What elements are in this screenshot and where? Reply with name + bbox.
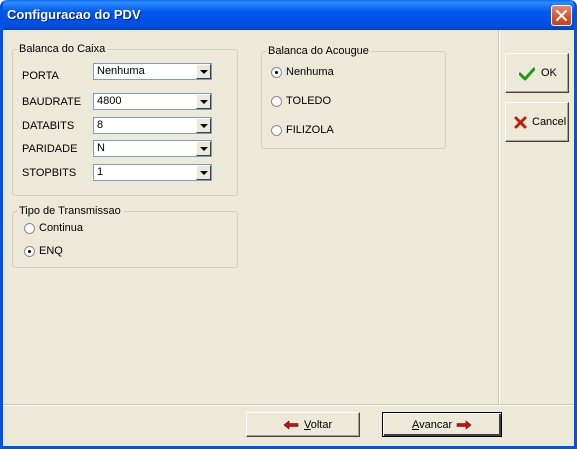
- close-icon: [556, 10, 567, 21]
- dialog-body: Balanca do Caixa PORTA Nenhuma BAUDRATE …: [3, 30, 574, 446]
- arrow-left-icon: [283, 420, 299, 430]
- baudrate-label: BAUDRATE: [22, 96, 82, 108]
- radio-continua-label: Continua: [39, 222, 84, 234]
- radio-circle: [271, 125, 282, 136]
- paridade-label: PARIDADE: [22, 143, 78, 155]
- databits-dropdown-button[interactable]: [196, 118, 211, 133]
- chevron-down-icon: [200, 100, 208, 104]
- porta-value: Nenhuma: [97, 65, 145, 77]
- voltar-button[interactable]: Voltar: [246, 412, 360, 437]
- chevron-down-icon: [200, 147, 208, 151]
- chevron-down-icon: [200, 124, 208, 128]
- tipo-transmissao-group: Tipo de Transmissao: [12, 205, 238, 268]
- ok-button-label: OK: [541, 67, 557, 79]
- baudrate-value: 4800: [97, 95, 122, 107]
- tipo-transmissao-legend: Tipo de Transmissao: [19, 205, 121, 217]
- title-bar[interactable]: Configuracao do PDV: [3, 0, 574, 30]
- arrow-right-icon: [456, 420, 472, 430]
- avancar-button-label: Avancar: [412, 419, 452, 431]
- radio-nenhuma-label: Nenhuma: [286, 66, 334, 78]
- stopbits-select[interactable]: 1: [93, 164, 212, 181]
- close-button[interactable]: [551, 5, 572, 26]
- voltar-button-label: Voltar: [304, 419, 332, 431]
- databits-value: 8: [97, 119, 104, 131]
- bottom-panel-separator: [3, 404, 574, 406]
- baudrate-select[interactable]: 4800: [93, 93, 212, 110]
- stopbits-dropdown-button[interactable]: [196, 165, 211, 180]
- window-title: Configuracao do PDV: [7, 7, 141, 22]
- voltar-mnemonic: V: [304, 419, 311, 431]
- radio-toledo-label: TOLEDO: [286, 95, 332, 107]
- porta-label: PORTA: [22, 70, 59, 82]
- voltar-label-rest: oltar: [310, 419, 333, 431]
- radio-circle: [271, 96, 282, 107]
- radio-enq-label: ENQ: [39, 245, 63, 257]
- avancar-label-rest: vancar: [419, 419, 453, 431]
- paridade-select[interactable]: N: [93, 140, 212, 157]
- databits-label: DATABITS: [22, 120, 75, 132]
- paridade-dropdown-button[interactable]: [196, 141, 211, 156]
- radio-circle-selected: [24, 246, 35, 257]
- porta-select[interactable]: Nenhuma: [93, 63, 212, 80]
- stopbits-value: 1: [97, 166, 104, 178]
- avancar-button[interactable]: Avancar: [382, 412, 502, 437]
- cancel-button-label: Cancel: [532, 116, 567, 128]
- chevron-down-icon: [200, 171, 208, 175]
- radio-filizola-label: FILIZOLA: [286, 124, 334, 136]
- right-panel-separator: [498, 30, 500, 404]
- databits-select[interactable]: 8: [93, 117, 212, 134]
- balanca-caixa-legend: Balanca do Caixa: [19, 43, 106, 55]
- baudrate-dropdown-button[interactable]: [196, 94, 211, 109]
- ok-button[interactable]: OK: [505, 53, 569, 93]
- check-icon: [519, 67, 535, 81]
- porta-dropdown-button[interactable]: [196, 64, 211, 79]
- stopbits-label: STOPBITS: [22, 167, 77, 179]
- radio-circle: [24, 223, 35, 234]
- radio-circle-selected: [271, 67, 282, 78]
- dialog-window: Configuracao do PDV Balanca do Caixa POR…: [0, 0, 577, 449]
- cancel-button[interactable]: Cancel: [505, 102, 569, 142]
- paridade-value: N: [97, 142, 105, 154]
- cancel-x-icon: [514, 116, 527, 129]
- chevron-down-icon: [200, 70, 208, 74]
- balanca-acougue-legend: Balanca do Acougue: [268, 45, 369, 57]
